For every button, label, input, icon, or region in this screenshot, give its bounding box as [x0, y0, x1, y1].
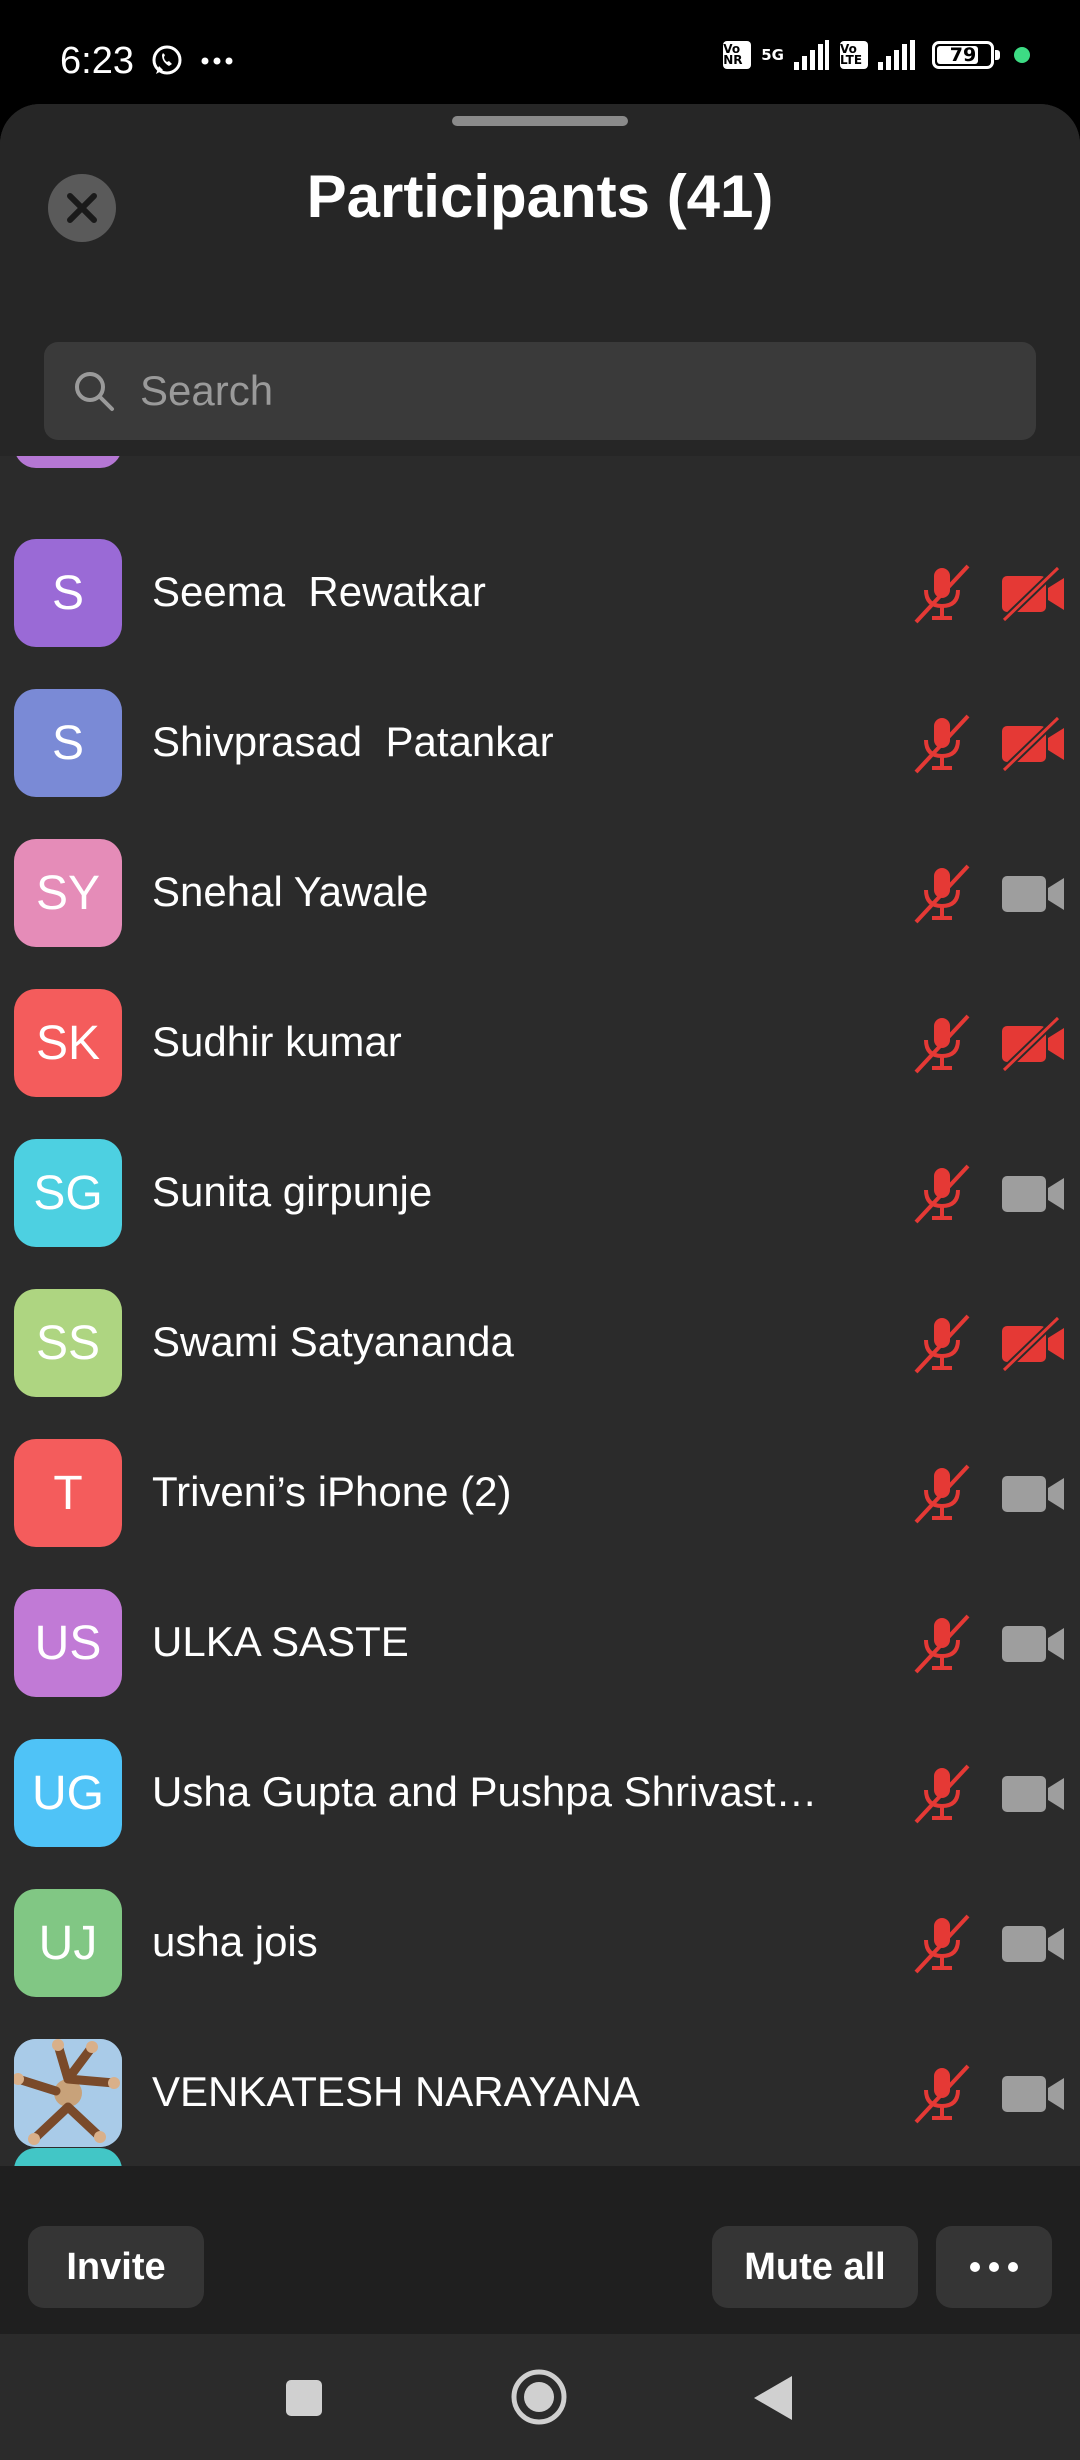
more-dots-icon — [201, 57, 233, 65]
participants-list[interactable]: S Seema Rewatkar S Shivprasad Patankar SY S… — [0, 456, 1080, 2168]
video-off-icon[interactable] — [1000, 565, 1066, 627]
search-bar[interactable] — [44, 342, 1036, 440]
battery-icon: 79 — [932, 41, 1000, 69]
mic-muted-icon[interactable] — [910, 1912, 974, 1981]
mic-muted-icon[interactable] — [910, 1162, 974, 1231]
video-off-icon[interactable] — [1000, 1015, 1066, 1077]
video-camera-icon[interactable] — [1000, 866, 1066, 927]
mic-muted-icon[interactable] — [910, 1312, 974, 1381]
avatar-initials: SK — [35, 1016, 101, 1070]
participant-name: Snehal Yawale — [152, 868, 429, 915]
action-bar: Invite Mute all — [0, 2166, 1080, 2334]
participant-row[interactable]: S Shivprasad Patankar — [0, 668, 1080, 818]
avatar: S — [14, 689, 122, 797]
avatar — [14, 2039, 122, 2147]
network-badge-volte: Vo LTE — [840, 41, 868, 69]
participant-row[interactable]: UG Usha Gupta and Pushpa Shrivast… — [0, 1718, 1080, 1868]
video-camera-icon[interactable] — [1000, 1616, 1066, 1677]
avatar: SK — [14, 989, 122, 1097]
participant-row[interactable]: SK Sudhir kumar — [0, 968, 1080, 1118]
privacy-indicator-dot — [1014, 47, 1030, 63]
mic-muted-icon[interactable] — [910, 1012, 974, 1081]
avatar: SY — [14, 839, 122, 947]
avatar: UJ — [14, 1889, 122, 1997]
avatar-initials: SS — [35, 1316, 101, 1370]
participant-row[interactable]: T Triveni’s iPhone (2) — [0, 1418, 1080, 1568]
home-circle-icon[interactable] — [510, 2368, 568, 2426]
participant-row[interactable]: SY Snehal Yawale — [0, 818, 1080, 968]
mic-muted-icon[interactable] — [910, 1762, 974, 1831]
avatar: T — [14, 1439, 122, 1547]
mic-muted-icon[interactable] — [910, 562, 974, 631]
signal-icon — [878, 40, 915, 70]
avatar-initials: SY — [35, 866, 101, 920]
participant-name: VENKATESH NARAYANA — [152, 2068, 640, 2115]
participant-name: Sudhir kumar — [152, 1018, 402, 1065]
more-options-button[interactable] — [936, 2226, 1052, 2308]
avatar-initials: UG — [32, 1766, 104, 1820]
participant-name: ULKA SASTE — [152, 1618, 409, 1665]
search-icon — [75, 372, 114, 411]
signal-icon — [794, 40, 829, 70]
video-off-icon[interactable] — [1000, 1315, 1066, 1377]
participant-name: Shivprasad Patankar — [152, 718, 554, 765]
status-left-icons — [150, 44, 234, 78]
whatsapp-icon — [152, 45, 182, 75]
video-camera-icon[interactable] — [1000, 1166, 1066, 1227]
more-horizontal-icon — [970, 2262, 1018, 2272]
drag-handle[interactable] — [452, 116, 628, 126]
video-camera-icon[interactable] — [1000, 1916, 1066, 1977]
participant-name: Sunita girpunje — [152, 1168, 433, 1215]
network-type-label: 5G — [761, 46, 784, 64]
battery-percent: 79 — [949, 44, 977, 66]
avatar: SG — [14, 1139, 122, 1247]
video-off-icon[interactable] — [1000, 715, 1066, 777]
participant-name: Seema Rewatkar — [152, 568, 486, 615]
avatar-initials: SG — [33, 1166, 103, 1220]
participant-row[interactable]: S Seema Rewatkar — [0, 518, 1080, 668]
page-title: Participants (41) — [306, 163, 774, 230]
participant-row[interactable]: UJ usha jois — [0, 1868, 1080, 2018]
participant-name: Usha Gupta and Pushpa Shrivast… — [152, 1768, 818, 1815]
avatar: SS — [14, 1289, 122, 1397]
mic-muted-icon[interactable] — [910, 712, 974, 781]
recents-square-icon[interactable] — [284, 2378, 324, 2418]
participant-name: Swami Satyananda — [152, 1318, 514, 1365]
status-right-icons: Vo NR 5G Vo LTE 79 — [723, 40, 1030, 70]
mute-all-button[interactable]: Mute all — [712, 2226, 918, 2308]
participant-name: Triveni’s iPhone (2) — [152, 1468, 512, 1515]
mic-muted-icon[interactable] — [910, 862, 974, 931]
search-input[interactable] — [138, 366, 1002, 416]
mic-muted-icon[interactable] — [910, 2062, 974, 2131]
invite-button[interactable]: Invite — [28, 2226, 204, 2308]
network-badge-vonr: Vo NR — [723, 41, 752, 69]
video-camera-icon[interactable] — [1000, 1466, 1066, 1527]
avatar-initials: T — [53, 1466, 83, 1520]
video-camera-icon[interactable] — [1000, 2066, 1066, 2127]
avatar-photo — [14, 2039, 122, 2147]
avatar-initials: S — [51, 566, 84, 620]
participant-row[interactable]: SS Swami Satyananda — [0, 1268, 1080, 1418]
avatar: UG — [14, 1739, 122, 1847]
participant-name: usha jois — [152, 1918, 318, 1965]
status-bar: 6:23 Vo NR 5G Vo LTE 79 — [0, 0, 1080, 104]
avatar-initials: S — [51, 716, 84, 770]
back-triangle-icon[interactable] — [752, 2374, 794, 2422]
mic-muted-icon[interactable] — [910, 1612, 974, 1681]
participant-row[interactable]: SG Sunita girpunje — [0, 1118, 1080, 1268]
avatar: S — [14, 539, 122, 647]
avatar-initials: UJ — [38, 1916, 98, 1970]
mic-muted-icon[interactable] — [910, 1462, 974, 1531]
video-camera-icon[interactable] — [1000, 1766, 1066, 1827]
participants-sheet: Participants (41) S Seema Rewatkar S Shivp… — [0, 104, 1080, 2334]
status-time: 6:23 — [60, 40, 134, 82]
sheet-header: Participants (41) — [0, 104, 1080, 456]
system-nav-bar — [0, 2334, 1080, 2460]
avatar-partial-top — [14, 456, 122, 468]
avatar-initials: US — [34, 1616, 102, 1670]
participant-row[interactable]: US ULKA SASTE — [0, 1568, 1080, 1718]
participant-row[interactable]: VENKATESH NARAYANA — [0, 2018, 1080, 2168]
avatar: US — [14, 1589, 122, 1697]
